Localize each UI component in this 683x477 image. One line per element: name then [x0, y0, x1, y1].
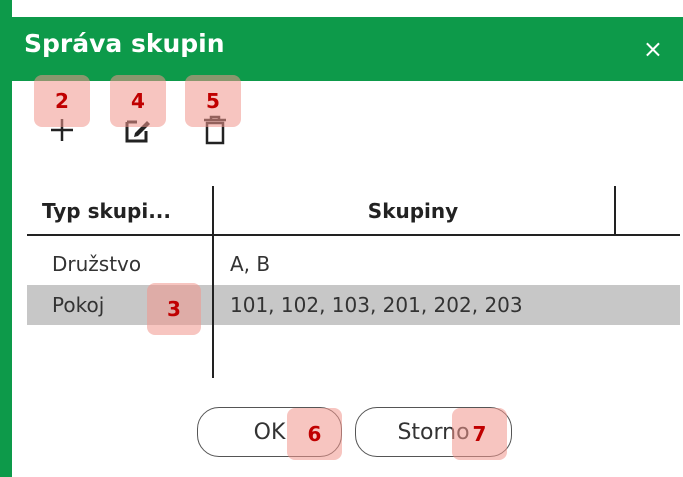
column-header-groups[interactable]: Skupiny: [212, 184, 614, 236]
cell-groups: A, B: [230, 252, 271, 276]
annotation-badge: 5: [185, 75, 241, 127]
cell-groups: 101, 102, 103, 201, 202, 203: [230, 293, 523, 317]
close-icon[interactable]: ×: [643, 35, 663, 63]
table-row[interactable]: Družstvo A, B: [27, 244, 680, 284]
dialog: Správa skupin × Typ skupi... Skupiny Dru…: [0, 0, 683, 477]
dialog-title: Správa skupin: [24, 29, 225, 58]
table-header: Typ skupi... Skupiny: [27, 184, 680, 236]
table-row-selected[interactable]: Pokoj 101, 102, 103, 201, 202, 203: [27, 285, 680, 325]
column-divider: [212, 285, 214, 325]
column-header-type[interactable]: Typ skupi...: [42, 184, 212, 236]
column-divider: [614, 186, 616, 236]
titlebar: Správa skupin ×: [12, 17, 683, 81]
annotation-badge: 7: [452, 408, 507, 460]
annotation-badge: 4: [110, 75, 166, 127]
ok-button-label: OK: [253, 419, 286, 445]
groups-table: Typ skupi... Skupiny Družstvo A, B Pokoj…: [27, 184, 680, 378]
annotation-badge: 3: [147, 283, 201, 335]
cell-type: Pokoj: [52, 293, 105, 317]
annotation-badge: 6: [287, 408, 342, 460]
cell-type: Družstvo: [52, 252, 142, 276]
annotation-badge: 2: [34, 75, 90, 127]
